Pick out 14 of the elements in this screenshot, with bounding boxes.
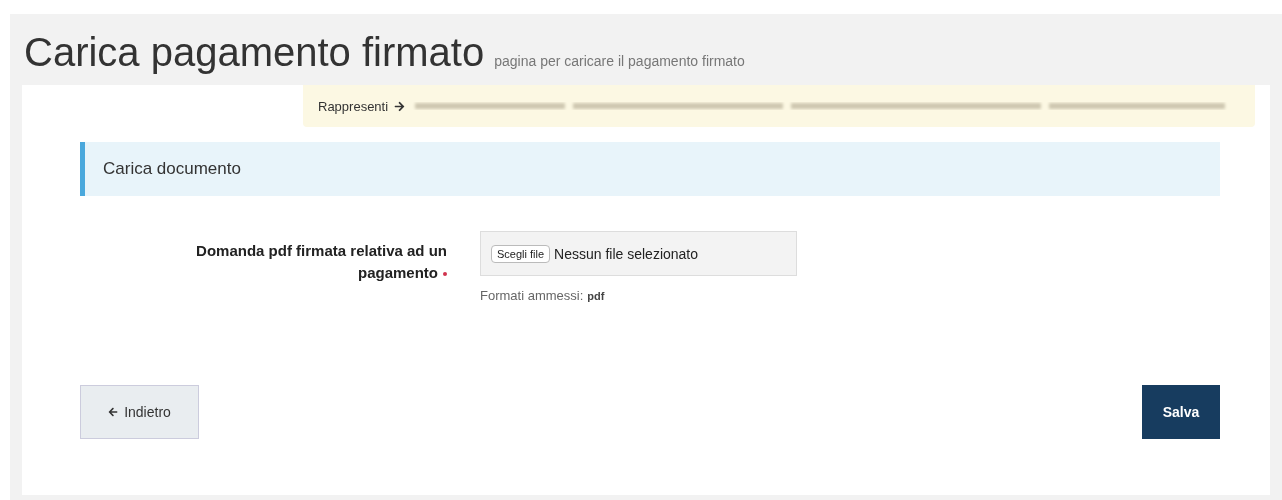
arrow-right-icon bbox=[394, 100, 406, 112]
back-button[interactable]: Indietro bbox=[80, 385, 199, 439]
save-button[interactable]: Salva bbox=[1142, 385, 1220, 439]
choose-file-button[interactable]: Scegli file bbox=[491, 244, 551, 263]
file-input[interactable]: Scegli file Nessun file selezionato bbox=[480, 231, 797, 276]
page-subtitle: pagina per caricare il pagamento firmato bbox=[494, 53, 745, 69]
page-title: Carica pagamento firmato bbox=[24, 32, 485, 72]
help-value: pdf bbox=[587, 290, 605, 302]
help-label: Formati ammessi: bbox=[480, 288, 584, 303]
banner-label: Rappresenti bbox=[318, 98, 389, 114]
field-label: Domanda pdf firmata relativa ad un pagamento bbox=[195, 241, 447, 283]
file-status: Nessun file selezionato bbox=[554, 245, 699, 262]
arrow-left-icon bbox=[108, 407, 119, 417]
section-header: Carica documento bbox=[80, 142, 1220, 196]
